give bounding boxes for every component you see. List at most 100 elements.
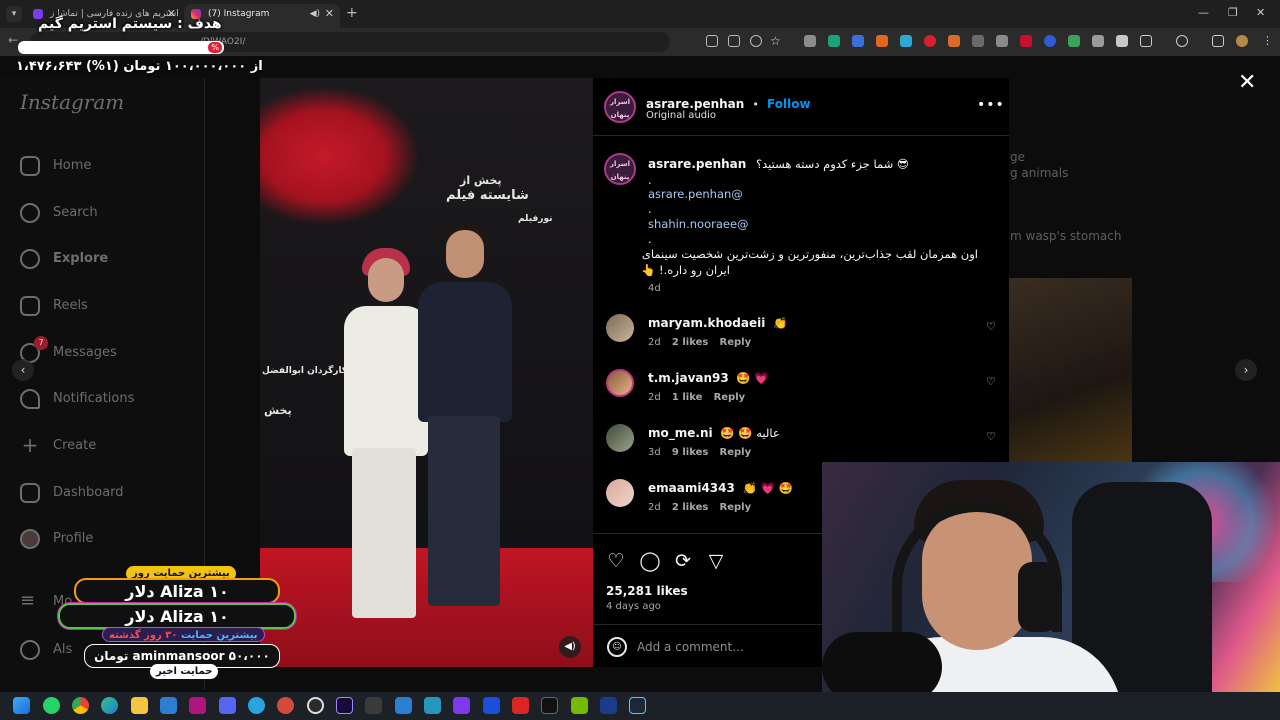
commenter-avatar[interactable] (606, 369, 634, 397)
close-modal-icon[interactable]: ✕ (1238, 70, 1256, 95)
terminal-icon[interactable] (365, 697, 382, 714)
app-icon[interactable] (483, 697, 500, 714)
comment-username[interactable]: maryam.khodaeii (648, 316, 765, 330)
comment-time[interactable]: 2d (648, 392, 661, 403)
zoom-icon[interactable] (750, 35, 762, 47)
translate-icon[interactable] (728, 35, 740, 47)
sidebar-item-profile[interactable]: Profile (20, 529, 200, 553)
app-icon[interactable] (512, 697, 529, 714)
likes-count[interactable]: 25,281 likes (606, 584, 688, 598)
follow-button[interactable]: Follow (767, 97, 811, 111)
discord-icon[interactable] (219, 697, 236, 714)
puzzle-icon[interactable] (1140, 35, 1152, 47)
sidebar-item-search[interactable]: Search (20, 203, 200, 227)
caption-author-avatar[interactable]: اسرار پنهان (604, 153, 636, 185)
author-avatar[interactable]: اسرار پنهان (604, 91, 636, 123)
extension-icon[interactable] (972, 35, 984, 47)
close-window-icon[interactable]: ✕ (1256, 6, 1265, 19)
extension-icon[interactable] (876, 35, 888, 47)
whatsapp-icon[interactable] (43, 697, 60, 714)
extension-icon[interactable] (828, 35, 840, 47)
instagram-logo[interactable]: Instagram (20, 90, 124, 114)
chrome-icon[interactable] (72, 697, 89, 714)
reading-list-icon[interactable] (1212, 35, 1224, 47)
back-icon[interactable]: ← (8, 33, 18, 47)
windows-start-icon[interactable] (13, 697, 30, 714)
extension-icon[interactable] (900, 35, 912, 47)
comment-likes[interactable]: 2 likes (672, 337, 708, 348)
sidebar-item-create[interactable]: + Create (20, 435, 200, 460)
previous-post-icon[interactable]: ‹ (12, 359, 34, 381)
maximize-icon[interactable]: ❐ (1228, 6, 1238, 19)
profile-avatar-icon[interactable] (1236, 35, 1248, 47)
comment-username[interactable]: mo_me.ni (648, 426, 713, 440)
comment-time[interactable]: 3d (648, 447, 661, 458)
more-options-icon[interactable]: ••• (977, 97, 1005, 113)
comment-username[interactable]: emaami4343 (648, 481, 735, 495)
comment-likes[interactable]: 1 like (672, 392, 702, 403)
sidebar-item-home[interactable]: Home (20, 156, 200, 180)
comment-likes[interactable]: 2 likes (672, 502, 708, 513)
sidebar-item-dashboard[interactable]: Dashboard (20, 483, 200, 507)
comment-likes[interactable]: 9 likes (672, 447, 708, 458)
bookmark-star-icon[interactable]: ☆ (770, 35, 782, 47)
extension-icon[interactable] (1092, 35, 1104, 47)
app-icon[interactable] (541, 697, 558, 714)
edge-icon[interactable] (101, 697, 118, 714)
comment-username[interactable]: t.m.javan93 (648, 371, 729, 385)
app-icon[interactable] (600, 697, 617, 714)
extension-icon[interactable] (852, 35, 864, 47)
sidebar-item-explore[interactable]: Explore (20, 249, 200, 273)
original-audio-link[interactable]: Original audio (646, 110, 716, 121)
commenter-avatar[interactable] (606, 479, 634, 507)
caption-mention-link[interactable]: asrare.penhan@ (648, 187, 743, 201)
steam-icon[interactable] (629, 697, 646, 714)
extension-icon[interactable] (996, 35, 1008, 47)
like-comment-heart-icon[interactable]: ♡ (986, 375, 998, 388)
extension-icon[interactable] (804, 35, 816, 47)
photos-icon[interactable] (160, 697, 177, 714)
minimize-icon[interactable]: — (1198, 6, 1209, 19)
emoji-picker-icon[interactable]: ☺ (607, 637, 627, 657)
extension-icon[interactable] (1044, 35, 1056, 47)
obs-icon[interactable] (307, 697, 324, 714)
mute-toggle-icon[interactable]: ◀) (559, 636, 581, 658)
commenter-avatar[interactable] (606, 314, 634, 342)
app-icon[interactable] (424, 697, 441, 714)
commenter-avatar[interactable] (606, 424, 634, 452)
repost-icon[interactable]: ⟳ (672, 550, 694, 572)
sidebar-item-reels[interactable]: Reels (20, 296, 200, 320)
app-icon[interactable] (453, 697, 470, 714)
like-comment-heart-icon[interactable]: ♡ (986, 430, 998, 443)
new-tab-button[interactable]: + (346, 5, 358, 21)
comment-reply-button[interactable]: Reply (720, 447, 752, 458)
comment-bubble-icon[interactable]: ◯ (639, 550, 661, 572)
background-post-thumbnail[interactable] (1008, 278, 1132, 462)
comment-time[interactable]: 2d (648, 337, 661, 348)
sidebar-item-notifications[interactable]: Notifications (20, 389, 200, 413)
author-username[interactable]: asrare.penhan (646, 97, 744, 111)
telegram-icon[interactable] (248, 697, 265, 714)
nvidia-icon[interactable] (571, 697, 588, 714)
next-post-icon[interactable]: › (1235, 359, 1257, 381)
extension-icon[interactable] (1020, 35, 1032, 47)
extension-icon[interactable] (924, 35, 936, 47)
profile-sync-icon[interactable] (1176, 35, 1188, 47)
like-comment-heart-icon[interactable]: ♡ (986, 320, 998, 333)
comment-reply-button[interactable]: Reply (714, 392, 746, 403)
extension-icon[interactable] (1068, 35, 1080, 47)
kebab-menu-icon[interactable]: ⋮ (1262, 35, 1274, 47)
premiere-icon[interactable] (336, 697, 353, 714)
app-icon[interactable] (395, 697, 412, 714)
app-icon[interactable] (277, 697, 294, 714)
file-explorer-icon[interactable] (131, 697, 148, 714)
speaker-icon[interactable]: ◀) (310, 4, 320, 24)
caption-timestamp[interactable]: 4d (648, 283, 661, 294)
share-send-icon[interactable]: ▽ (705, 550, 727, 572)
shield-icon[interactable] (1116, 35, 1128, 47)
extension-icon[interactable] (948, 35, 960, 47)
sidebar-item-messages[interactable]: 7 Messages (20, 336, 200, 367)
rider-icon[interactable] (189, 697, 206, 714)
like-heart-icon[interactable]: ♡ (605, 550, 627, 572)
close-tab-icon[interactable]: ✕ (325, 4, 334, 24)
